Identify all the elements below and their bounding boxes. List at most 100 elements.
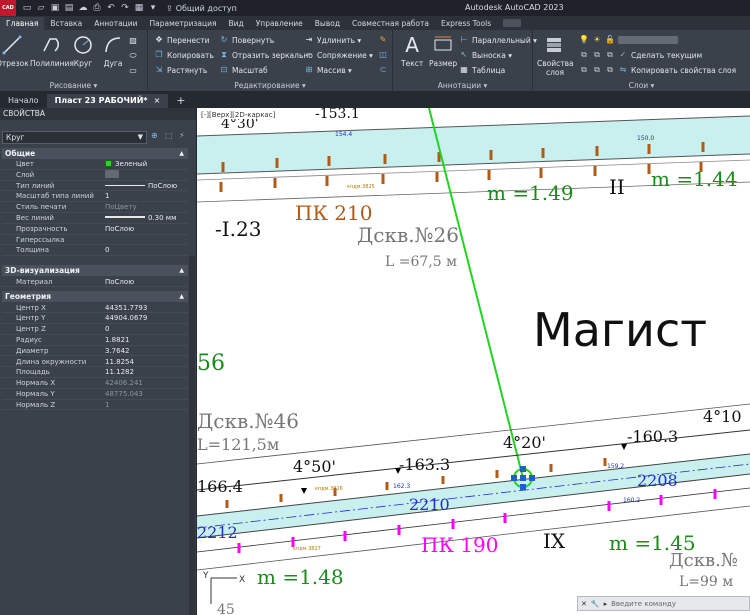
undo-icon[interactable]: ↶ xyxy=(106,3,116,13)
app-logo[interactable]: CAD xyxy=(0,0,16,16)
tab-home[interactable]: Главная xyxy=(0,17,45,30)
section-general[interactable]: Общие ▲ xyxy=(2,148,188,159)
new-tab-button[interactable]: + xyxy=(168,94,193,108)
rectangle-tool[interactable]: ▭ xyxy=(128,66,138,76)
tab-view[interactable]: Вид xyxy=(223,17,250,30)
section-3d-visualization[interactable]: 3D-визуализация ▲ xyxy=(2,265,188,276)
prop-row-normal-y[interactable]: Нормаль Y 48775.043 xyxy=(2,389,188,400)
fillet-tool[interactable]: ⌐ Сопряжение ▾ xyxy=(304,50,373,60)
save-as-icon[interactable]: ▤ xyxy=(64,3,74,13)
prop-row-normal-z[interactable]: Нормаль Z 1 xyxy=(2,400,188,411)
prop-row-ltscale[interactable]: Масштаб типа линий 1 xyxy=(2,191,188,203)
table-tool[interactable]: ▦ Таблица xyxy=(459,65,505,75)
command-input[interactable]: Введите команду xyxy=(611,600,676,608)
grip-left[interactable] xyxy=(511,475,517,481)
prop-row-circumference[interactable]: Длина окружности 11.8254 xyxy=(2,357,188,368)
prop-row-transparency[interactable]: Прозрачность ПоСлою xyxy=(2,224,188,235)
line-tool[interactable]: Отрезок xyxy=(0,34,29,68)
tab-annotate[interactable]: Аннотации xyxy=(88,17,143,30)
print-icon[interactable]: ⎙ xyxy=(92,3,102,13)
properties-scrollbar[interactable] xyxy=(189,256,195,615)
prop-row-normal-x[interactable]: Нормаль X 42406.241 xyxy=(2,378,188,389)
grip-center[interactable] xyxy=(520,475,526,481)
ellipse-tool[interactable]: ⬭ xyxy=(128,51,138,61)
circle-tool[interactable]: Круг xyxy=(72,34,94,68)
drawing-svg[interactable]: 4°30' -153.1 154.4 150.0 ПК 210 m =1.49 … xyxy=(197,108,750,615)
linear-dim-tool[interactable]: ⊢ Параллельный ▾ xyxy=(459,35,537,45)
close-icon[interactable]: ✕ xyxy=(581,600,587,608)
layers-group-label[interactable]: Слои ▾ xyxy=(533,81,750,90)
prop-row-thickness[interactable]: Толщина 0 xyxy=(2,245,188,257)
grip-right[interactable] xyxy=(529,475,535,481)
scale-tool[interactable]: ⊡ Масштаб xyxy=(219,65,268,75)
tab-start[interactable]: Начало xyxy=(0,94,47,108)
open-file-icon[interactable]: ▱ xyxy=(36,3,46,13)
drawing-canvas[interactable]: 4°30' -153.1 154.4 150.0 ПК 210 m =1.49 … xyxy=(197,108,750,615)
modify-group-label[interactable]: Редактирование ▾ xyxy=(148,81,392,90)
explode-tool[interactable]: ◫ xyxy=(378,50,388,60)
prop-value: 3.7642 xyxy=(105,346,130,355)
grip-bottom[interactable] xyxy=(520,484,526,490)
mirror-tool[interactable]: ⧗ Отразить зеркально xyxy=(219,50,313,60)
offset-tool[interactable]: ⊂ xyxy=(378,65,388,75)
prop-row-center-y[interactable]: Центр Y 44904.0679 xyxy=(2,313,188,325)
new-file-icon[interactable]: ▭ xyxy=(22,3,32,13)
tab-insert[interactable]: Вставка xyxy=(44,17,88,30)
command-line[interactable]: ✕ 🔧 ▸ Введите команду xyxy=(577,596,750,611)
tab-parametric[interactable]: Параметризация xyxy=(144,17,223,30)
prop-row-center-x[interactable]: Центр X 44351.7793 xyxy=(2,303,188,314)
set-current-layer-tool[interactable]: ⧉ ⧉ ⧉ ✓ Сделать текущим xyxy=(579,50,702,60)
grip-top[interactable] xyxy=(520,466,526,472)
tab-collaborate[interactable]: Совместная работа xyxy=(346,17,435,30)
copy-layer-props-tool[interactable]: ⧉ ⧉ ⧉ ⇋ Копировать свойства слоя xyxy=(579,65,736,75)
object-type-select[interactable]: Круг ▼ xyxy=(2,131,147,144)
viewport-controls[interactable]: [-][Верх][2D-каркас] xyxy=(201,111,276,119)
quick-select-icon[interactable]: ⚡ xyxy=(179,131,189,141)
tab-express-tools[interactable]: Express Tools xyxy=(435,17,497,30)
workspace-icon[interactable]: ▦ xyxy=(134,3,144,13)
prop-row-radius[interactable]: Радиус 1.8821 xyxy=(2,335,188,346)
close-icon[interactable]: × xyxy=(154,96,161,105)
prop-row-lineweight[interactable]: Вес линий 0.30 мм xyxy=(2,213,188,224)
layer-state-row[interactable]: 💡 ☀ 🔓 xyxy=(579,35,678,45)
stretch-tool[interactable]: ⇲ Растянуть xyxy=(154,65,208,75)
wrench-icon[interactable]: 🔧 xyxy=(591,600,600,608)
cloud-icon[interactable]: ☁ xyxy=(78,3,88,13)
select-objects-icon[interactable]: ⬚ xyxy=(165,131,175,141)
prop-row-layer[interactable]: Слой xyxy=(2,169,188,181)
tab-drawing[interactable]: Пласт 23 РАБОЧИЙ* × xyxy=(46,94,169,108)
ribbon-minimize-toggle[interactable] xyxy=(503,19,522,27)
hatch-tool[interactable]: ▨ xyxy=(128,36,138,46)
draw-group-label[interactable]: Рисование ▾ xyxy=(0,81,147,90)
arc-tool[interactable]: Дуга xyxy=(102,34,124,68)
leader-tool[interactable]: ↖ Выноска ▾ xyxy=(459,50,512,60)
share-button[interactable]: ⇪ Общий доступ xyxy=(166,4,237,13)
save-icon[interactable]: ▣ xyxy=(50,3,60,13)
tab-manage[interactable]: Управление xyxy=(250,17,309,30)
prop-row-color[interactable]: Цвет Зеленый xyxy=(2,159,188,170)
move-tool[interactable]: ✥ Перенести xyxy=(154,35,210,45)
text-tool[interactable]: A Текст xyxy=(401,33,423,68)
redo-icon[interactable]: ↷ xyxy=(120,3,130,13)
copy-tool[interactable]: ❐ Копировать xyxy=(154,50,213,60)
array-tool[interactable]: ⊞ Массив ▾ xyxy=(304,65,352,75)
prop-row-area[interactable]: Площадь 11.1282 xyxy=(2,367,188,379)
prop-row-plotstyle[interactable]: Стиль печати ПоЦвету xyxy=(2,202,188,213)
erase-tool[interactable]: ✎ xyxy=(378,35,388,45)
toggle-pickadd-icon[interactable]: ⊕ xyxy=(151,131,161,141)
prop-row-diameter[interactable]: Диаметр 3.7642 xyxy=(2,346,188,357)
section-geometry[interactable]: Геометрия ▲ xyxy=(2,291,188,302)
polyline-tool[interactable]: Полилиния xyxy=(30,34,74,68)
layer-properties-tool[interactable]: Свойства слоя xyxy=(537,34,574,77)
extend-tool[interactable]: ⇥ Удлинить ▾ xyxy=(304,35,362,45)
dimension-tool[interactable]: Размер xyxy=(429,34,457,68)
annotation-group-label[interactable]: Аннотации ▾ xyxy=(393,81,532,90)
prop-row-linetype[interactable]: Тип линий ПоСлою xyxy=(2,181,188,192)
prop-row-center-z[interactable]: Центр Z 0 xyxy=(2,324,188,335)
prop-row-hyperlink[interactable]: Гиперссылка xyxy=(2,235,188,246)
prop-row-material[interactable]: Материал ПоСлою xyxy=(2,277,188,288)
array-icon: ⊞ xyxy=(305,65,313,74)
rotate-tool[interactable]: ↻ Повернуть xyxy=(219,35,275,45)
tab-output[interactable]: Вывод xyxy=(309,17,346,30)
qat-dropdown-icon[interactable]: ▾ xyxy=(148,3,158,13)
